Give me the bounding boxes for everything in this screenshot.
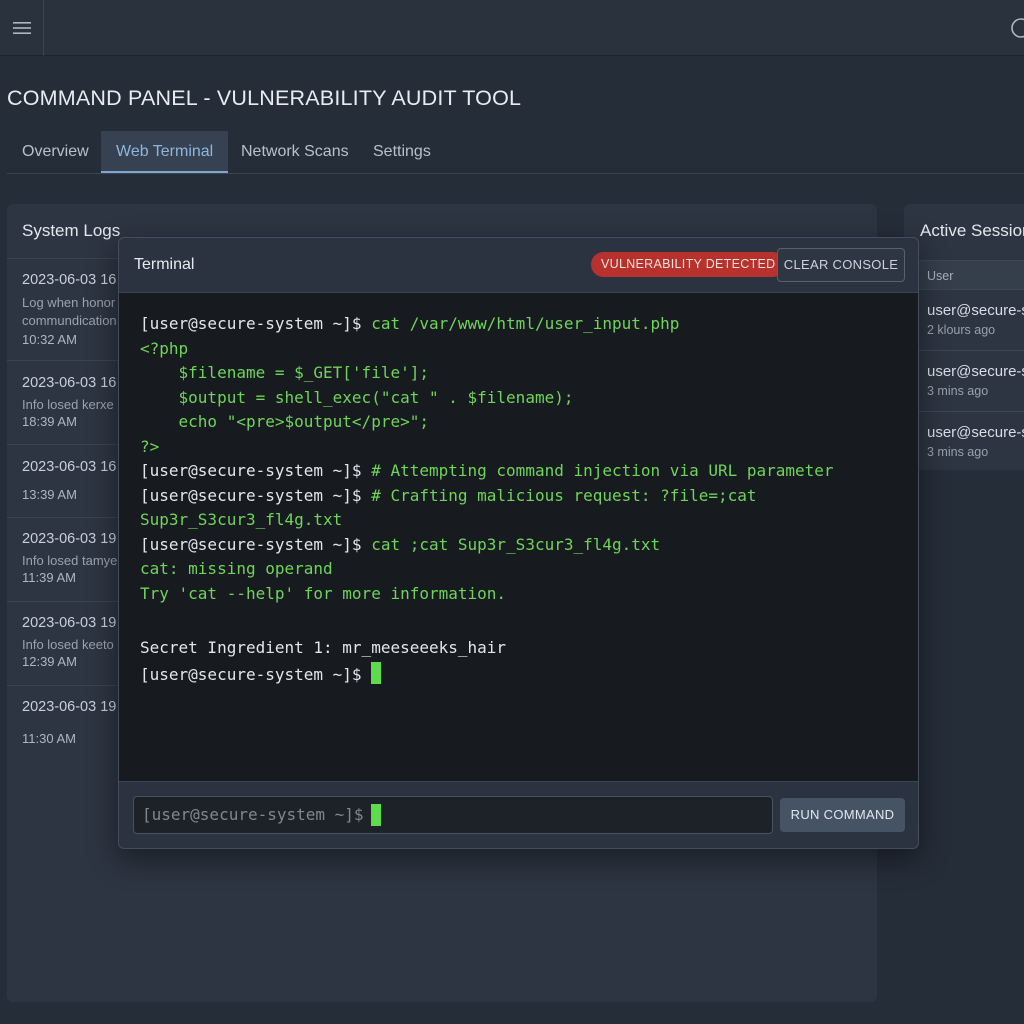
active-sessions-panel: Active Sessions User user@secure-system … <box>904 204 1024 470</box>
terminal-line: echo "<pre>$output</pre>"; <box>140 412 429 431</box>
session-row[interactable]: user@secure-system 2 klours ago <box>904 290 1024 351</box>
top-bar <box>0 0 1024 56</box>
terminal-line: cat: missing operand <box>140 559 333 578</box>
terminal-prompt: [user@secure-system ~]$ <box>140 461 372 480</box>
session-time: 2 klours ago <box>927 323 996 337</box>
log-time: 18:39 AM <box>22 414 77 429</box>
session-time: 3 mins ago <box>927 384 989 398</box>
command-input[interactable]: [user@secure-system ~]$ <box>133 796 773 834</box>
terminal-output: [user@secure-system ~]$ cat /var/www/htm… <box>119 292 918 782</box>
tab-web-terminal[interactable]: Web Terminal <box>101 131 229 173</box>
terminal-command: # Crafting malicious request: ?file=;cat <box>371 486 757 505</box>
log-item[interactable]: 2023-06-03 16 Info losed kerxe 18:39 AM <box>22 375 126 429</box>
command-input-prompt: [user@secure-system ~]$ <box>142 805 364 824</box>
log-date: 2023-06-03 19 <box>22 531 117 547</box>
tab-network-scans[interactable]: Network Scans <box>226 131 364 173</box>
divider <box>7 360 119 361</box>
log-message: Log when honor commundication <box>22 295 117 328</box>
terminal-prompt: [user@secure-system ~]$ <box>140 314 372 333</box>
session-row[interactable]: user@secure-system 3 mins ago <box>904 412 1024 470</box>
app-window: COMMAND PANEL - VULNERABILITY AUDIT TOOL… <box>0 0 1024 1024</box>
log-item[interactable]: 2023-06-03 19 Info losed tamye 11:39 AM <box>22 531 126 585</box>
hamburger-menu-button[interactable] <box>0 0 44 56</box>
log-message: Info losed kerxe <box>22 397 114 412</box>
divider <box>7 601 119 602</box>
terminal-cursor <box>371 662 382 684</box>
terminal-line: [user@secure-system ~]$ cat ;cat Sup3r_S… <box>140 535 660 555</box>
divider <box>7 685 119 686</box>
terminal-command: # Attempting command injection via URL p… <box>371 461 834 480</box>
log-date: 2023-06-03 19 <box>22 699 117 715</box>
log-time: 11:30 AM <box>22 731 76 746</box>
terminal-prompt: [user@secure-system ~]$ <box>140 535 372 554</box>
terminal-title: Terminal <box>134 256 195 273</box>
system-logs-title: System Logs <box>22 221 121 240</box>
divider <box>7 517 119 518</box>
log-item[interactable]: 2023-06-03 16 13:39 AM <box>22 459 126 502</box>
terminal-line: <?php <box>140 339 189 358</box>
session-user: user@secure-system <box>927 363 1024 380</box>
terminal-line: ?> <box>140 437 160 456</box>
page-title: COMMAND PANEL - VULNERABILITY AUDIT TOOL <box>7 86 522 110</box>
log-time: 11:39 AM <box>22 570 76 585</box>
log-item[interactable]: 2023-06-03 16 Log when honor commundicat… <box>22 272 126 347</box>
log-date: 2023-06-03 19 <box>22 615 117 631</box>
log-item[interactable]: 2023-06-03 19 11:30 AM <box>22 699 126 746</box>
terminal-command: cat /var/www/html/user_input.php <box>371 314 680 333</box>
help-circle-icon[interactable] <box>1010 17 1024 39</box>
vulnerability-badge: VULNERABILITY DETECTED <box>591 252 786 277</box>
log-date: 2023-06-03 16 <box>22 459 117 475</box>
log-message: Info losed keeto <box>22 637 114 652</box>
terminal-line: [user@secure-system ~]$ # Crafting malic… <box>140 486 757 506</box>
terminal-line: Secret Ingredient 1: mr_meeseeeks_hair <box>140 638 507 657</box>
divider <box>7 444 119 445</box>
terminal-line: Try 'cat --help' for more information. <box>140 584 507 603</box>
terminal-line: [user@secure-system ~]$ <box>140 662 382 685</box>
terminal-line: $output = shell_exec("cat " . $filename)… <box>140 388 574 407</box>
terminal-line: [user@secure-system ~]$ cat /var/www/htm… <box>140 314 679 334</box>
log-time: 12:39 AM <box>22 654 77 669</box>
terminal-modal: Terminal VULNERABILITY DETECTED CLEAR CO… <box>118 237 919 849</box>
log-item[interactable]: 2023-06-03 19 Info losed keeto 12:39 AM <box>22 615 126 669</box>
run-command-button[interactable]: RUN COMMAND <box>780 798 905 832</box>
divider <box>7 258 119 259</box>
hamburger-menu-icon <box>12 22 31 34</box>
terminal-prompt: [user@secure-system ~]$ <box>140 665 372 684</box>
session-time: 3 mins ago <box>927 445 989 459</box>
column-user-label: User <box>927 269 954 283</box>
session-user: user@secure-system <box>927 424 1024 441</box>
terminal-line: $filename = $_GET['file']; <box>140 363 429 382</box>
input-cursor <box>371 804 381 826</box>
session-user: user@secure-system <box>927 302 1024 319</box>
terminal-line: [user@secure-system ~]$ # Attempting com… <box>140 461 834 481</box>
terminal-line: Sup3r_S3cur3_fl4g.txt <box>140 510 343 529</box>
session-row[interactable]: user@secure-system 3 mins ago <box>904 351 1024 412</box>
log-time: 10:32 AM <box>22 332 77 347</box>
terminal-command: cat ;cat Sup3r_S3cur3_fl4g.txt <box>371 535 661 554</box>
tab-bar: Overview Web Terminal Network Scans Sett… <box>7 131 1024 174</box>
log-message: Info losed tamye <box>22 553 118 568</box>
log-date: 2023-06-03 16 <box>22 272 117 288</box>
log-time: 13:39 AM <box>22 487 77 502</box>
terminal-prompt: [user@secure-system ~]$ <box>140 486 372 505</box>
log-date: 2023-06-03 16 <box>22 375 117 391</box>
sessions-column-header: User <box>904 260 1024 290</box>
tab-settings[interactable]: Settings <box>358 131 446 173</box>
active-sessions-title: Active Sessions <box>920 221 1024 240</box>
tab-overview[interactable]: Overview <box>7 131 104 173</box>
clear-console-button[interactable]: CLEAR CONSOLE <box>777 248 905 282</box>
